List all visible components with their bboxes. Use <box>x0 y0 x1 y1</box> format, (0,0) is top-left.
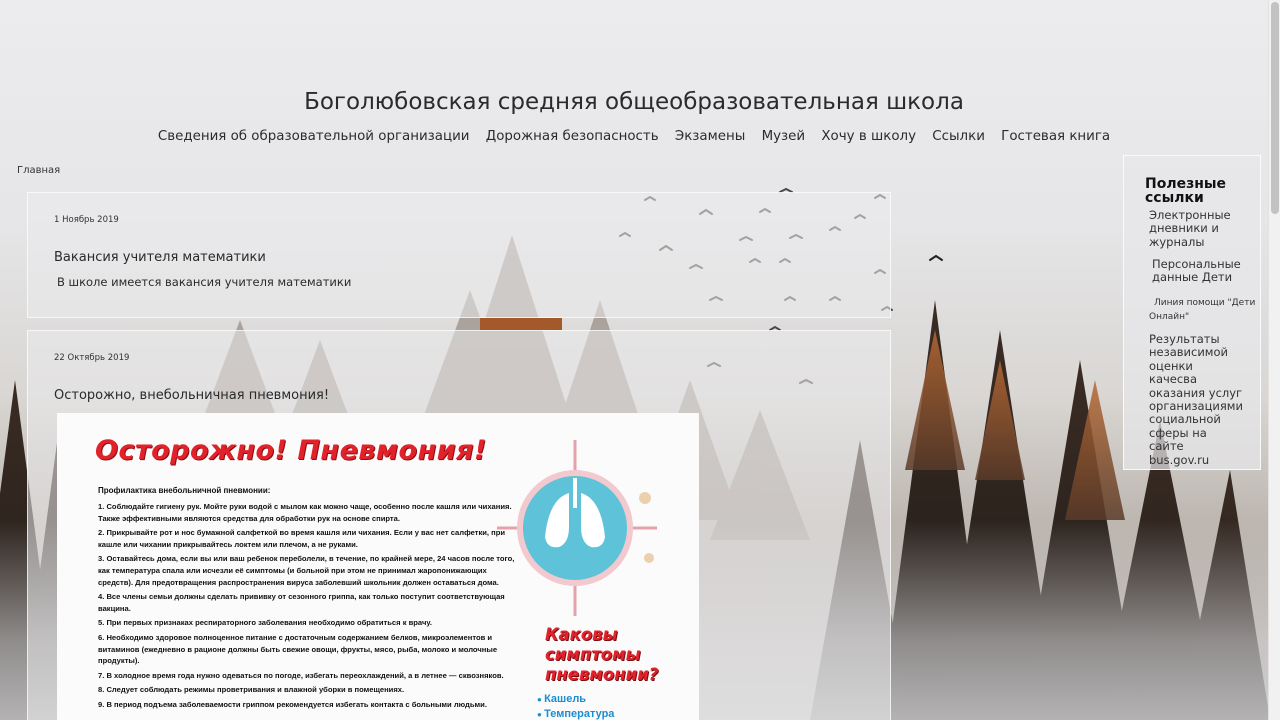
nav-item-exams[interactable]: Экзамены <box>675 129 745 144</box>
poster-tip: 6. Необходимо здоровое полноценное питан… <box>98 632 498 666</box>
post-title-link[interactable]: Вакансия учителя математики <box>54 250 266 265</box>
sidebar-link-e-diaries[interactable]: Электронные дневники и журналы <box>1149 208 1244 249</box>
nav-item-guestbook[interactable]: Гостевая книга <box>1001 129 1110 144</box>
poster-tip: 8. Следует соблюдать режимы проветривани… <box>98 685 405 695</box>
sidebar-link-bus-gov[interactable]: Результаты независимой оценки качесва ок… <box>1149 332 1244 467</box>
main-nav: Сведения об образовательной организации … <box>0 129 1268 144</box>
scrollbar-thumb[interactable] <box>1271 2 1279 214</box>
lungs-target-icon <box>497 440 657 616</box>
poster-symptom: Кашель <box>537 692 614 707</box>
post-date: 1 Ноябрь 2019 <box>54 215 119 225</box>
scrollbar[interactable] <box>1268 0 1280 720</box>
poster-symptom: Температура <box>537 707 614 720</box>
nav-item-org-info[interactable]: Сведения об образовательной организации <box>158 129 470 144</box>
poster-tip: 9. В период подъема заболеваемости грипп… <box>98 699 487 709</box>
poster-tip: 4. Все члены семьи должны сделать привив… <box>98 592 505 613</box>
poster-tip: 1. Соблюдайте гигиену рук. Мойте руки во… <box>98 502 512 523</box>
nav-item-museum[interactable]: Музей <box>762 129 806 144</box>
poster-tip: 2. Прикрывайте рот и нос бумажной салфет… <box>98 528 506 549</box>
post-text: В школе имеется вакансия учителя математ… <box>57 275 352 289</box>
sidebar-link-helpline[interactable]: Линия помощи "Дети Онлайн" <box>1149 296 1259 324</box>
poster-symptoms-title: Каковы симптомы пневмонии? <box>545 625 659 684</box>
poster-headline: Осторожно! Пневмония! <box>95 435 487 466</box>
poster-tip: 7. В холодное время года нужно одеваться… <box>98 670 504 680</box>
sidebar-title: Полезные ссылки <box>1145 176 1227 206</box>
news-post: 1 Ноябрь 2019 Вакансия учителя математик… <box>27 192 891 318</box>
pneumonia-poster: Осторожно! Пневмония! Профилактика внебо… <box>57 413 699 720</box>
breadcrumb-home[interactable]: Главная <box>17 165 60 176</box>
poster-symptoms-list: Кашель Температура <box>537 692 614 720</box>
sidebar-useful-links: Полезные ссылки Электронные дневники и ж… <box>1123 155 1261 470</box>
poster-intro: Профилактика внебольничной пневмонии: <box>98 486 271 495</box>
news-post: 22 Октябрь 2019 Осторожно, внебольничная… <box>27 330 891 720</box>
nav-item-links[interactable]: Ссылки <box>932 129 985 144</box>
post-title-link[interactable]: Осторожно, внебольничная пневмония! <box>54 388 329 403</box>
poster-tips-list: 1. Соблюдайте гигиену рук. Мойте руки во… <box>98 501 518 714</box>
nav-item-road-safety[interactable]: Дорожная безопасность <box>486 129 659 144</box>
nav-item-admission[interactable]: Хочу в школу <box>821 129 916 144</box>
sidebar-link-personal-data[interactable]: Персональные данные Дети <box>1152 257 1252 285</box>
poster-tip: 3. Оставайтесь дома, если вы или ваш реб… <box>98 554 515 587</box>
poster-tip: 5. При первых признаках респираторного з… <box>98 618 433 628</box>
site-title: Боголюбовская средняя общеобразовательна… <box>304 89 964 115</box>
post-date: 22 Октябрь 2019 <box>54 353 130 363</box>
